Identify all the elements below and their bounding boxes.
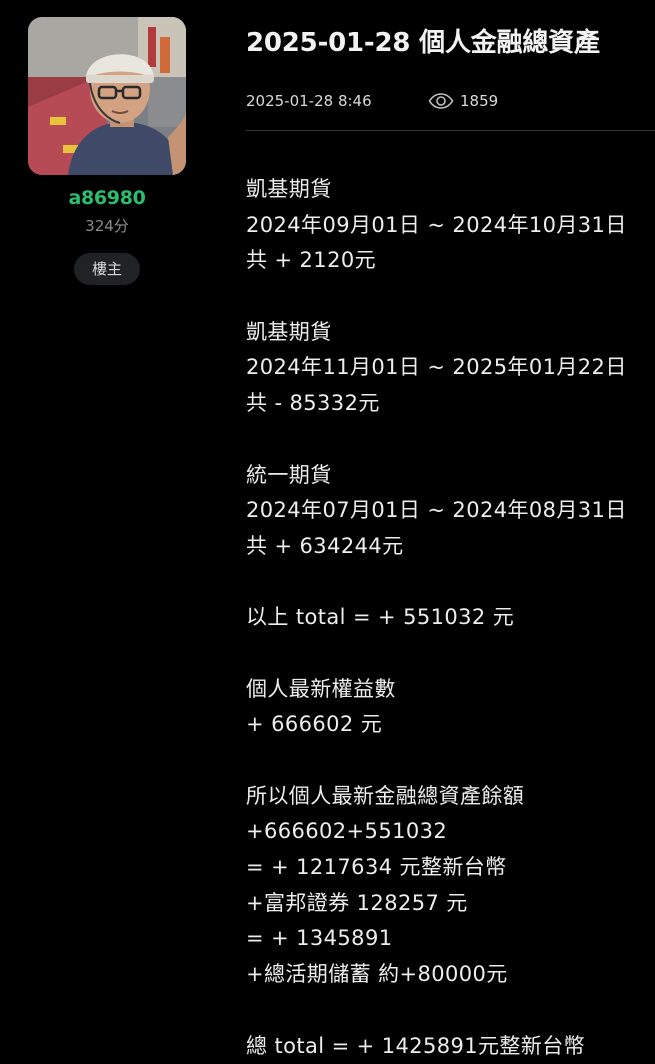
post-content-line: = + 1217634 元整新台幣: [246, 850, 655, 886]
post-content-line: 共 + 634244元: [246, 529, 655, 565]
post-content-line: +666602+551032: [246, 814, 655, 850]
author-score: 324分: [28, 215, 186, 236]
post-content-line: +富邦證券 128257 元: [246, 886, 655, 922]
post-content-line: 凱基期貨: [246, 172, 655, 208]
post-content-line: 所以個人最新金融總資產餘額: [246, 779, 655, 815]
post-content-line: 總 total = + 1425891元整新台幣: [246, 1029, 655, 1064]
view-count: 1859: [428, 92, 498, 110]
divider: [246, 130, 655, 131]
post-content-line: 統一期貨: [246, 458, 655, 494]
post-title: 2025-01-28 個人金融總資產: [246, 22, 600, 59]
post-content-line: = + 1345891: [246, 921, 655, 957]
post-meta: 2025-01-28 8:46 1859: [246, 91, 655, 115]
view-count-value: 1859: [460, 92, 498, 110]
post-content-line: 2024年11月01日 ~ 2025年01月22日: [246, 350, 655, 386]
post-content-line: 個人最新權益數: [246, 672, 655, 708]
post-content-line: [246, 422, 655, 458]
post-date: 2025-01-28 8:46: [246, 92, 372, 110]
post-content-line: +總活期儲蓄 約+80000元: [246, 957, 655, 993]
author-panel: a86980 324分 樓主: [28, 17, 186, 285]
post-content-line: 2024年09月01日 ~ 2024年10月31日: [246, 208, 655, 244]
post-content-line: 以上 total = + 551032 元: [246, 600, 655, 636]
eye-icon: [428, 93, 454, 109]
post-content-line: 凱基期貨: [246, 315, 655, 351]
post-content-line: [246, 993, 655, 1029]
post-content-line: [246, 279, 655, 315]
post-content-line: [246, 743, 655, 779]
post-content-line: [246, 636, 655, 672]
author-username[interactable]: a86980: [28, 187, 186, 209]
avatar[interactable]: [28, 17, 186, 175]
op-badge: 樓主: [74, 253, 140, 285]
post-content-line: 2024年07月01日 ~ 2024年08月31日: [246, 493, 655, 529]
post-content-line: [246, 565, 655, 601]
post-content: 凱基期貨2024年09月01日 ~ 2024年10月31日共 + 2120元 凱…: [246, 172, 655, 1064]
post-content-line: 共 + 2120元: [246, 243, 655, 279]
post-content-line: + 666602 元: [246, 707, 655, 743]
post-content-line: 共 - 85332元: [246, 386, 655, 422]
